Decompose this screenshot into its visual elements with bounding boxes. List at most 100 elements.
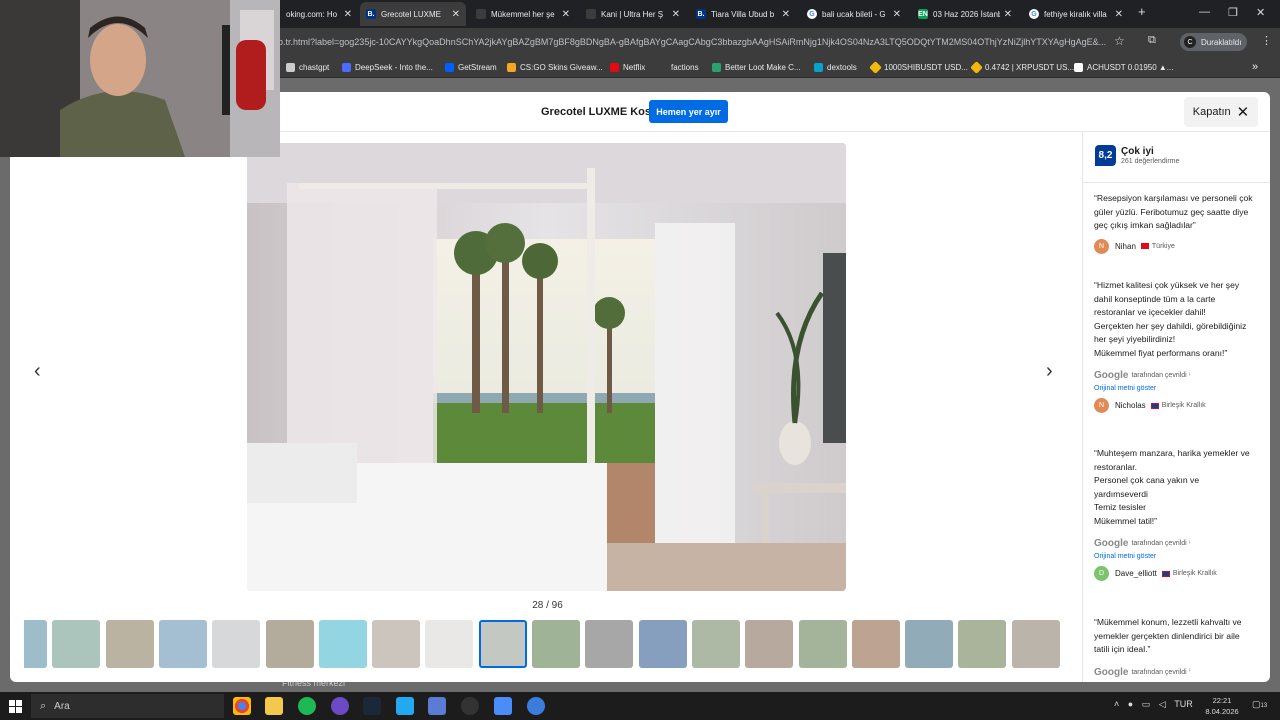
clock[interactable]: 22:21 8.04.2026 xyxy=(1204,695,1240,717)
app-icon[interactable] xyxy=(527,697,545,715)
browser-tab[interactable]: B. Tiara Villa Ubud b ✕ xyxy=(690,2,796,26)
app-icon[interactable] xyxy=(428,697,446,715)
thumbnail[interactable] xyxy=(1011,620,1060,668)
bookmark-item[interactable]: Netflix xyxy=(610,60,645,74)
profile-status: Duraklatıldı xyxy=(1201,37,1242,47)
bookmark-item[interactable]: 1000SHIBUSDT USD... xyxy=(869,60,968,74)
thumbnail[interactable] xyxy=(585,620,634,668)
avatar: C xyxy=(1184,36,1196,48)
close-tab-icon[interactable]: ✕ xyxy=(782,9,790,20)
browser-tab[interactable]: G fethiye kiralık villa ✕ xyxy=(1023,2,1129,26)
thumbnail[interactable] xyxy=(691,620,740,668)
close-tab-icon[interactable]: ✕ xyxy=(893,9,901,20)
tab-title: Kani | Ultra Her Ş xyxy=(601,9,664,19)
bookmark-item[interactable]: CS:GO Skins Giveaw... xyxy=(507,60,603,74)
bookmark-label: factions xyxy=(671,62,699,72)
chrome-icon[interactable] xyxy=(233,697,251,715)
previous-photo-chevron-icon[interactable]: ‹ xyxy=(34,360,41,383)
close-tab-icon[interactable]: ✕ xyxy=(1004,9,1012,20)
browser-tab-active[interactable]: B. Grecotel LUXME ✕ xyxy=(360,2,466,26)
thumbnail[interactable] xyxy=(905,620,954,668)
thumbnail[interactable] xyxy=(318,620,367,668)
tab-title: Mükemmel her şe xyxy=(491,9,555,19)
thumbnail[interactable] xyxy=(265,620,314,668)
show-original-link[interactable]: Orijinal metni göster xyxy=(1094,385,1254,392)
close-tab-icon[interactable]: ✕ xyxy=(672,9,680,20)
close-tab-icon[interactable]: ✕ xyxy=(562,9,570,20)
thumbnail-selected[interactable] xyxy=(478,620,527,668)
profile-button[interactable]: C Duraklatıldı xyxy=(1180,33,1248,51)
close-tab-icon[interactable]: ✕ xyxy=(1115,9,1123,20)
thumbnail[interactable] xyxy=(52,620,101,668)
bookmark-item[interactable]: factions xyxy=(671,60,699,74)
bookmark-item[interactable]: GetStream xyxy=(445,60,497,74)
windows-start-icon[interactable] xyxy=(9,700,22,713)
tab-title: Grecotel LUXME xyxy=(381,9,442,19)
thumbnail[interactable] xyxy=(958,620,1007,668)
thumbnail[interactable] xyxy=(638,620,687,668)
review-author: N Nicholas Birleşik Krallık xyxy=(1094,398,1254,413)
vscode-icon[interactable] xyxy=(396,697,414,715)
sheet-icon: EN xyxy=(918,9,928,19)
bookmark-item[interactable]: DeepSeek - Into the... xyxy=(342,60,433,74)
thumbnail[interactable] xyxy=(798,620,847,668)
translated-by: tarafından çevrildi xyxy=(1131,372,1187,379)
minimize-icon[interactable]: — xyxy=(1199,6,1210,18)
bookmark-label: CS:GO Skins Giveaw... xyxy=(520,62,603,72)
address-bar[interactable]: b.tr.html?label=gog235jc-10CAYYkgQoaDhnS… xyxy=(278,33,1114,51)
app-icon[interactable] xyxy=(461,697,479,715)
bookmark-item[interactable]: ACHUSDT 0.01950 ▲... xyxy=(1074,60,1173,74)
thumbnail[interactable] xyxy=(24,620,47,668)
notification-icon[interactable]: ▢13 xyxy=(1252,699,1267,710)
thumbnail[interactable] xyxy=(158,620,207,668)
more-bookmarks-button[interactable]: » xyxy=(1252,60,1258,74)
volume-icon[interactable]: ◁ xyxy=(1159,699,1166,709)
thumbnail[interactable] xyxy=(425,620,474,668)
browser-tab[interactable]: Mükemmel her şe ✕ xyxy=(470,2,576,26)
browser-tab[interactable]: Kani | Ultra Her Ş ✕ xyxy=(580,2,686,26)
tradingview-icon xyxy=(1074,62,1083,72)
close-tab-icon[interactable]: ✕ xyxy=(344,9,352,20)
browser-tab[interactable]: EN 03 Haz 2026 İstanb ✕ xyxy=(912,2,1018,26)
bookmark-star-icon[interactable]: ☆ xyxy=(1114,34,1125,48)
bookmark-item[interactable]: chastgpt xyxy=(286,60,329,74)
file-explorer-icon[interactable] xyxy=(265,697,283,715)
binance-icon xyxy=(970,60,983,74)
bookmark-item[interactable]: 0.4742 | XRPUSDT US... xyxy=(970,60,1074,74)
browser-tab[interactable]: oking.com: Ho ✕ xyxy=(280,2,358,26)
close-window-icon[interactable]: ✕ xyxy=(1256,6,1265,19)
thumbnail[interactable] xyxy=(851,620,900,668)
info-icon: ⁱ xyxy=(1188,540,1190,548)
extensions-icon[interactable]: ⧉ xyxy=(1148,34,1156,47)
photo-counter: 28 / 96 xyxy=(532,600,563,611)
menu-icon[interactable]: ⋮ xyxy=(1261,34,1272,47)
taskbar-search-box[interactable]: ⌕ Ara xyxy=(31,694,224,718)
browser-tab[interactable]: G bali ucak bileti - G ✕ xyxy=(801,2,907,26)
tab-title: oking.com: Ho xyxy=(286,9,338,19)
network-icon[interactable]: ▭ xyxy=(1142,699,1151,709)
reserve-button[interactable]: Hemen yer ayır xyxy=(649,100,728,123)
restore-icon[interactable]: ❐ xyxy=(1228,6,1238,19)
app-icon[interactable] xyxy=(331,697,349,715)
new-tab-button[interactable]: + xyxy=(1138,4,1146,19)
close-tab-icon[interactable]: ✕ xyxy=(452,9,460,20)
bookmark-item[interactable]: dextools xyxy=(814,60,857,74)
show-original-link[interactable]: Orijinal metni göster xyxy=(1094,553,1254,560)
thumbnail[interactable] xyxy=(212,620,261,668)
thumbnail[interactable] xyxy=(745,620,794,668)
thumbnail[interactable] xyxy=(372,620,421,668)
close-gallery-button[interactable]: Kapatın ✕ xyxy=(1184,97,1258,127)
bedroom-photo xyxy=(247,143,846,591)
mic-icon[interactable]: ● xyxy=(1128,699,1133,709)
thumbnail[interactable] xyxy=(532,620,580,668)
thumbnail[interactable] xyxy=(105,620,154,668)
steam-icon[interactable] xyxy=(363,697,381,715)
chevron-up-icon[interactable]: ˄ xyxy=(1114,699,1119,709)
bookmark-item[interactable]: Better Loot Make C... xyxy=(712,60,801,74)
spotify-icon[interactable] xyxy=(298,697,316,715)
app-icon[interactable] xyxy=(494,697,512,715)
binance-icon xyxy=(869,60,882,74)
language-indicator[interactable]: TUR xyxy=(1174,699,1193,709)
next-photo-chevron-icon[interactable]: › xyxy=(1046,360,1053,383)
tab-title: bali ucak bileti - G xyxy=(822,9,886,19)
